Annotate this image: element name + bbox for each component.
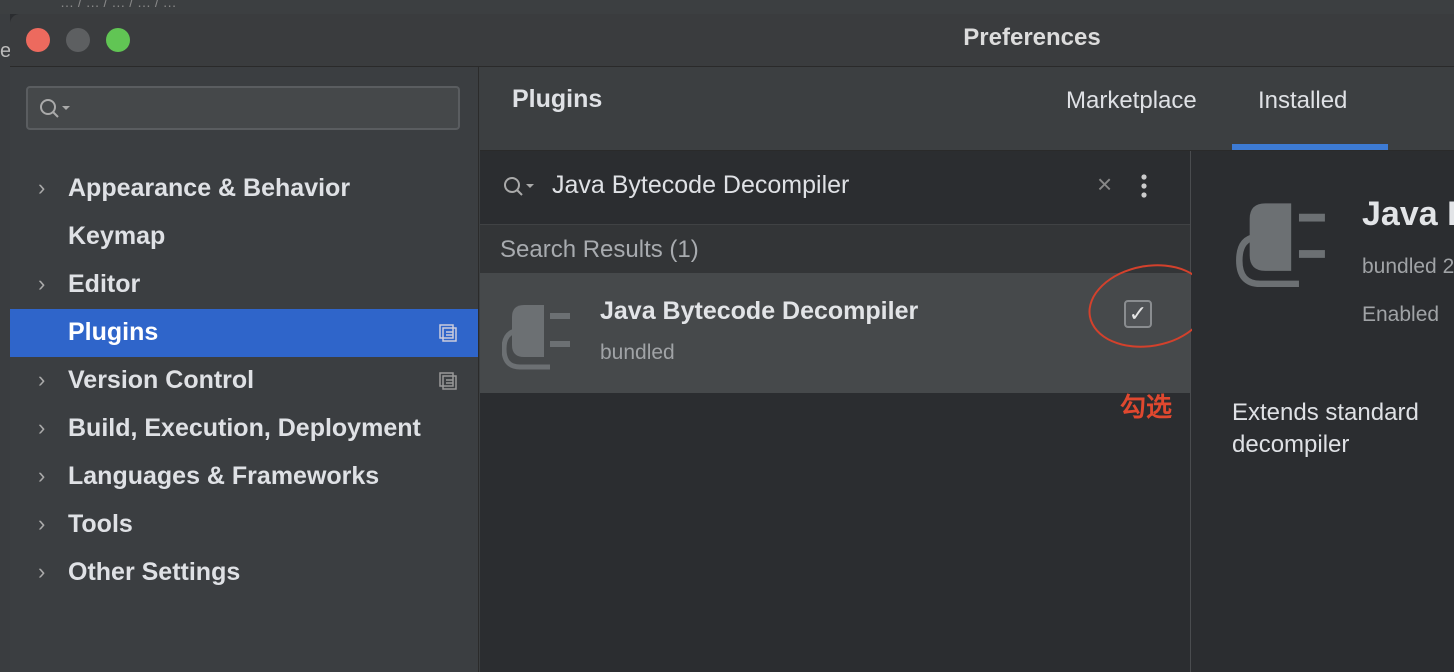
preferences-window: Preferences › Appearance & Behavior Keym… — [10, 14, 1454, 672]
plugin-subtitle: bundled — [600, 341, 675, 364]
background-breadcrumb: … / … / … / … / … — [0, 0, 1454, 14]
plugin-detail-pane: Java Bytecode Decompiler bundled 2 Enabl… — [1192, 151, 1454, 672]
project-settings-icon — [438, 323, 458, 348]
detail-plugin-name: Java Bytecode Decompiler — [1362, 195, 1454, 233]
settings-search-input[interactable] — [26, 86, 460, 130]
sidebar-item-label: Other Settings — [68, 558, 241, 586]
chevron-right-icon: › — [38, 271, 46, 296]
sidebar-item-label: Build, Execution, Deployment — [68, 414, 421, 442]
active-tab-indicator — [1232, 144, 1388, 150]
sidebar-item-editor[interactable]: › Editor — [10, 261, 478, 309]
search-results-header: Search Results (1) — [480, 225, 1190, 273]
title-bar: Preferences — [10, 14, 1454, 67]
project-settings-icon — [438, 371, 458, 396]
plugin-list-item[interactable]: Java Bytecode Decompiler bundled ✓ — [480, 273, 1190, 393]
window-title: Preferences — [963, 24, 1101, 51]
search-results-label: Search Results (1) — [500, 236, 699, 263]
background-breadcrumb-text: … / … / … / … / … — [60, 0, 177, 10]
sidebar-item-appearance-behavior[interactable]: › Appearance & Behavior — [10, 165, 478, 213]
clear-search-icon[interactable]: × — [1097, 169, 1112, 200]
tab-installed[interactable]: Installed — [1258, 87, 1347, 115]
sidebar-item-version-control[interactable]: › Version Control — [10, 357, 478, 405]
sidebar-item-label: Editor — [68, 270, 141, 298]
plugin-list-pane: Java Bytecode Decompiler × Search Result… — [480, 151, 1217, 672]
sidebar-item-other-settings[interactable]: › Other Settings — [10, 549, 478, 597]
sidebar-item-label: Languages & Frameworks — [68, 462, 380, 490]
tab-marketplace[interactable]: Marketplace — [1066, 87, 1197, 115]
sidebar-item-label: Appearance & Behavior — [68, 174, 351, 202]
sidebar-item-build-execution-deployment[interactable]: › Build, Execution, Deployment — [10, 405, 478, 453]
background-window-edge: e — [0, 14, 11, 672]
sidebar-item-label: Tools — [68, 510, 133, 538]
sidebar-item-keymap[interactable]: Keymap — [10, 213, 478, 261]
settings-sidebar: › Appearance & Behavior Keymap › Editor … — [10, 67, 479, 672]
chevron-right-icon: › — [38, 463, 46, 488]
chevron-right-icon: › — [38, 367, 46, 392]
annotation-label: 勾选 — [1120, 392, 1173, 422]
plugins-title: Plugins — [512, 85, 603, 113]
chevron-right-icon: › — [38, 175, 46, 200]
plugin-plug-icon — [1236, 193, 1336, 294]
detail-plugin-description: Extends standard decompiler — [1232, 399, 1419, 458]
detail-plugin-version: bundled 2 — [1362, 255, 1454, 278]
plugin-name: Java Bytecode Decompiler — [600, 297, 919, 325]
plugin-search-field[interactable]: Java Bytecode Decompiler × — [480, 151, 1190, 225]
search-icon — [502, 175, 536, 204]
sidebar-item-plugins[interactable]: Plugins — [10, 309, 478, 357]
sidebar-item-label: Keymap — [68, 222, 166, 250]
chevron-right-icon: › — [38, 511, 46, 536]
plugin-plug-icon — [501, 297, 578, 376]
chevron-right-icon: › — [38, 415, 46, 440]
sidebar-item-label: Plugins — [68, 318, 159, 346]
plugins-header: Plugins Marketplace Installed — [480, 67, 1454, 151]
more-options-icon[interactable] — [1140, 173, 1148, 204]
plugins-panel: Plugins Marketplace Installed Java Bytec… — [480, 67, 1454, 672]
detail-plugin-status: Enabled — [1362, 303, 1440, 326]
search-icon — [38, 97, 72, 126]
chevron-right-icon: › — [38, 559, 46, 584]
plugin-search-query[interactable]: Java Bytecode Decompiler — [552, 171, 849, 200]
sidebar-item-tools[interactable]: › Tools — [10, 501, 478, 549]
sidebar-item-languages-frameworks[interactable]: › Languages & Frameworks — [10, 453, 478, 501]
sidebar-item-label: Version Control — [68, 366, 255, 394]
